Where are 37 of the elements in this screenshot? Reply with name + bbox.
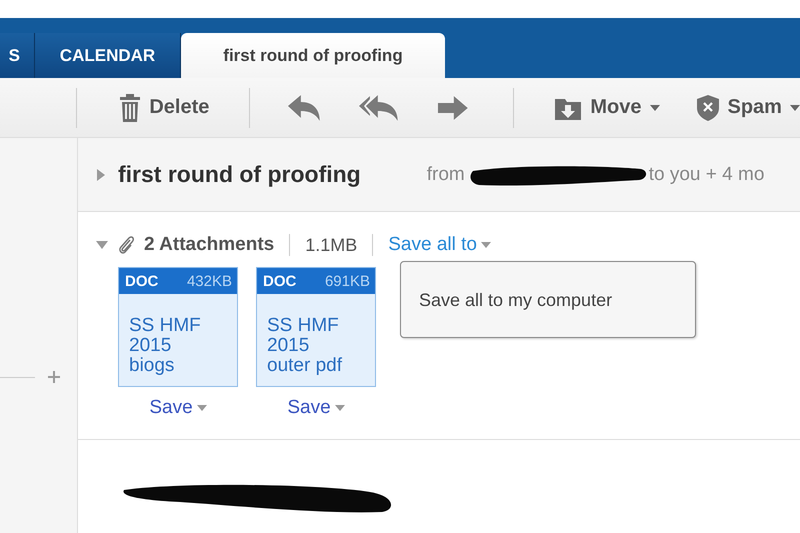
paperclip-icon xyxy=(118,235,136,255)
collapse-arrow-icon[interactable] xyxy=(96,241,108,249)
menu-item[interactable]: Save all to my computer xyxy=(419,290,695,311)
recipients-text: to you + 4 mo xyxy=(648,164,764,186)
file-name: SS HMF 2015 outer pdf xyxy=(267,316,343,376)
tab[interactable]: first round of proofing xyxy=(181,33,445,78)
save-link[interactable]: Save xyxy=(149,397,207,419)
attachment-card[interactable]: DOC 691KB SS HMF 2015 outer pdf xyxy=(256,267,376,387)
caret-icon xyxy=(334,405,345,411)
plus-icon[interactable] xyxy=(47,370,61,384)
file-type: DOC xyxy=(263,272,296,290)
move-button[interactable]: Move xyxy=(554,96,660,120)
caret-icon xyxy=(196,405,207,411)
reply-all-icon[interactable] xyxy=(358,94,400,122)
attachment-count: 2 Attachments xyxy=(144,234,274,256)
file-size: 691KB xyxy=(324,272,370,290)
tab[interactable]: CALENDAR xyxy=(35,33,181,78)
total-size: 1.1MB xyxy=(305,234,358,256)
file-name: SS HMF 2015 biogs xyxy=(129,316,202,376)
caret-icon xyxy=(650,104,660,110)
delete-button[interactable]: Delete xyxy=(119,94,210,122)
caret-icon xyxy=(790,104,800,110)
from-label: from xyxy=(426,164,465,186)
save-all-link[interactable]: Save all to xyxy=(388,234,491,256)
caret-icon xyxy=(480,242,491,248)
tab[interactable]: S xyxy=(0,33,35,78)
spam-button[interactable]: Spam xyxy=(696,94,800,122)
file-size: 432KB xyxy=(186,272,232,290)
file-type: DOC xyxy=(125,272,158,290)
save-link[interactable]: Save xyxy=(287,397,345,419)
reply-icon[interactable] xyxy=(286,94,322,122)
expand-arrow-icon[interactable] xyxy=(96,168,106,180)
trash-icon xyxy=(119,94,142,122)
shield-icon xyxy=(696,94,720,122)
attachment-card[interactable]: DOC 432KB SS HMF 2015 biogs xyxy=(118,267,238,387)
message-subject: first round of proofing xyxy=(118,161,361,188)
forward-icon[interactable] xyxy=(436,94,470,122)
